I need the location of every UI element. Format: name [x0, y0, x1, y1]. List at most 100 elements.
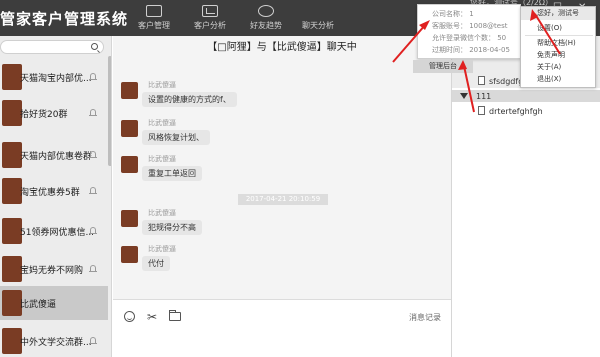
group-name: 51领券网优惠信... — [20, 228, 95, 238]
app-title: 管家客户管理系统 — [0, 10, 129, 28]
group-name: 中外文学交流群... — [20, 338, 92, 348]
group-name: 宝妈无券不网购 — [20, 266, 84, 276]
search-icon[interactable] — [91, 43, 98, 50]
tree-item-label: sfsdgdfg — [489, 77, 524, 86]
user-menu: 您好，测试号 设置(O) 帮助文档(H) 免责声明 关于(A) 退出(X) — [520, 6, 596, 88]
menu-divider — [525, 35, 593, 36]
message-sender: 比武傻逼 — [148, 119, 176, 127]
message-sender: 比武傻逼 — [148, 155, 176, 163]
group-name: 比武傻逼 — [20, 300, 57, 310]
group-item[interactable]: 宝妈无券不网购 — [0, 252, 108, 286]
expand-triangle-icon[interactable] — [460, 93, 468, 99]
message-bubble[interactable]: 设置的健康的方式的f、 — [142, 92, 237, 107]
message-history-link[interactable]: 消息记录 — [409, 312, 441, 323]
sidebar-scrollbar[interactable] — [108, 56, 111, 166]
chat-panel: 【□阿狸】与【比武傻逼】聊天中 比武傻逼 设置的健康的方式的f、 比武傻逼 风格… — [113, 36, 451, 357]
message-bubble[interactable]: 犯规得分不高 — [142, 220, 202, 235]
chat-message: 比武傻逼 重复工单返回 — [121, 155, 421, 192]
chat-message: 比武傻逼 设置的健康的方式的f、 — [121, 81, 421, 118]
avatar — [2, 64, 22, 90]
avatar — [2, 178, 22, 204]
message-sender: 比武傻逼 — [148, 245, 176, 253]
file-icon — [478, 106, 485, 115]
file-icon — [478, 76, 485, 85]
group-item-selected[interactable]: 比武傻逼 — [0, 286, 108, 320]
bell-icon[interactable] — [89, 151, 97, 158]
service-account: 客服账号： 1008@test — [432, 22, 508, 30]
id-card-icon — [146, 5, 162, 17]
app-window: 管家客户管理系统 客户管理 客户分析 好友趋势 聊天分析 您好，测试号（2/2Ω… — [0, 0, 600, 357]
nav-label: 客户管理 — [138, 21, 170, 30]
nav-friend-trend[interactable]: 好友趋势 — [240, 0, 292, 36]
tree-item[interactable]: sfsdgdfg — [478, 76, 523, 86]
company-id: 公司名称： 1 — [432, 10, 474, 18]
search-box[interactable] — [0, 40, 104, 60]
nav-customer-analysis[interactable]: 客户分析 — [184, 0, 236, 36]
avatar[interactable] — [121, 246, 138, 263]
scissors-icon[interactable]: ✂ — [147, 310, 157, 324]
message-bubble[interactable]: 风格恢复计划、 — [142, 130, 210, 145]
account-info-card: 公司名称： 1 客服账号： 1008@test 允许登录微信个数： 50 过期时… — [417, 4, 521, 59]
bell-icon[interactable] — [89, 337, 97, 344]
tree-item[interactable]: drtertefghfgh — [478, 106, 543, 116]
max-pub-count: 允许登录微信个数： 50 — [432, 34, 507, 42]
avatar — [2, 100, 22, 126]
admin-backend-button[interactable]: 管理后台 — [413, 60, 473, 73]
nav-label: 客户分析 — [194, 21, 226, 30]
tree-item-label: drtertefghfgh — [489, 107, 543, 116]
message-composer[interactable]: ✂ 消息记录 — [113, 299, 451, 357]
avatar — [2, 290, 22, 316]
avatar — [2, 256, 22, 282]
menu-item-help[interactable]: 帮助文档(H) — [537, 38, 576, 48]
group-name: 淘宝优惠券5群 — [20, 188, 80, 198]
tree-folder[interactable]: 111 — [460, 92, 491, 101]
group-item[interactable]: 51领券网优惠信... — [0, 214, 108, 248]
menu-item-about[interactable]: 关于(A) — [537, 62, 561, 72]
group-item[interactable]: 拾好货20群 — [0, 96, 108, 130]
menu-item-settings[interactable]: 设置(O) — [537, 23, 562, 33]
search-input[interactable] — [1, 47, 89, 60]
chart-icon — [202, 5, 218, 17]
group-name: 拾好货20群 — [20, 110, 68, 120]
message-sender: 比武傻逼 — [148, 81, 176, 89]
message-sender: 比武傻逼 — [148, 209, 176, 217]
folder-icon[interactable] — [169, 310, 181, 321]
tree-folder-label: 111 — [476, 92, 492, 101]
chat-timestamp: 2017-04-21 20:10:59 — [238, 194, 328, 205]
message-bubble[interactable]: 重复工单返回 — [142, 166, 202, 181]
emoji-icon[interactable] — [124, 311, 135, 322]
menu-item-exit[interactable]: 退出(X) — [537, 74, 561, 84]
bell-icon[interactable] — [89, 265, 97, 272]
avatar[interactable] — [121, 120, 138, 137]
avatar[interactable] — [121, 82, 138, 99]
nav-customer-management[interactable]: 客户管理 — [128, 0, 180, 36]
avatar[interactable] — [121, 156, 138, 173]
message-bubble[interactable]: 代付 — [142, 256, 170, 271]
bell-icon[interactable] — [89, 227, 97, 234]
group-sidebar: 天猫淘宝内部优... 拾好货20群 天猫内部优惠卷群 淘宝优惠券5群 51领券网… — [0, 36, 112, 357]
chat-title: 【□阿狸】与【比武傻逼】聊天中 — [113, 36, 451, 60]
nav-chat-analysis[interactable]: 聊天分析 — [292, 0, 439, 53]
avatar — [2, 328, 22, 354]
bell-icon[interactable] — [89, 187, 97, 194]
avatar — [2, 218, 22, 244]
menu-header[interactable]: 您好，测试号 — [521, 7, 595, 20]
nav-label: 好友趋势 — [250, 21, 282, 30]
avatar[interactable] — [121, 210, 138, 227]
avatar — [2, 142, 22, 168]
chat-message: 比武傻逼 风格恢复计划、 — [121, 119, 421, 156]
trend-icon — [258, 5, 274, 17]
group-item[interactable]: 中外文学交流群... — [0, 324, 108, 357]
group-item[interactable]: 天猫内部优惠卷群 — [0, 138, 108, 172]
bell-icon[interactable] — [89, 109, 97, 116]
group-item[interactable]: 淘宝优惠券5群 — [0, 174, 108, 208]
group-name: 天猫淘宝内部优... — [20, 74, 92, 84]
menu-item-disclaimer[interactable]: 免责声明 — [537, 50, 565, 60]
chat-message: 比武傻逼 代付 — [121, 245, 421, 282]
group-item[interactable]: 天猫淘宝内部优... — [0, 60, 108, 94]
bell-icon[interactable] — [89, 73, 97, 80]
group-name: 天猫内部优惠卷群 — [20, 152, 93, 162]
nav-label: 聊天分析 — [302, 21, 334, 30]
chat-message: 比武傻逼 犯规得分不高 — [121, 209, 421, 246]
expire-date: 过期时间： 2018-04-05 — [432, 46, 510, 54]
